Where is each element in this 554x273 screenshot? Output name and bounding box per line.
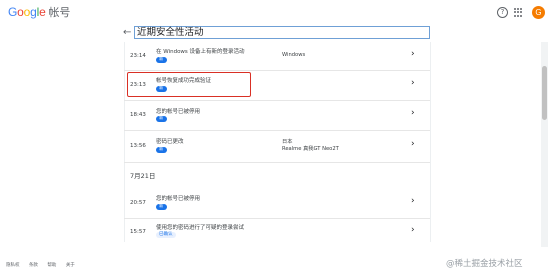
content-right-border [430, 42, 431, 242]
event-time: 23:14 [130, 53, 146, 59]
back-arrow-icon[interactable]: ← [123, 27, 131, 38]
activity-row[interactable]: 15:57 使用您的密码进行了可疑的登录尝试 已确认 › [124, 218, 430, 246]
new-badge: 新 [156, 147, 167, 153]
activity-row[interactable]: 23:14 在 Windows 设备上有新的登录活动 新 Windows › [124, 42, 430, 71]
new-badge: 新 [156, 57, 167, 63]
scrollbar-thumb[interactable] [542, 66, 547, 120]
chevron-right-icon[interactable]: › [411, 196, 415, 206]
footer-link-terms[interactable]: 条款 [29, 263, 38, 268]
footer-links: 隐私权 条款 帮助 关于 [6, 262, 83, 268]
event-time: 15:57 [130, 229, 146, 235]
activity-row[interactable]: 20:57 您的帐号已被停用 新 › [124, 188, 430, 219]
new-badge: 新 [156, 116, 167, 122]
avatar[interactable]: G [532, 6, 545, 19]
event-message: 密码已更改 [156, 139, 184, 145]
scrollbar[interactable] [541, 42, 548, 247]
page-title: 近期安全性活动 [134, 26, 430, 39]
event-message: 您的帐号已被停用 [156, 196, 201, 202]
event-time: 18:43 [130, 112, 146, 118]
apps-grid-icon[interactable] [514, 8, 523, 17]
chevron-right-icon[interactable]: › [411, 139, 415, 149]
event-time: 13:56 [130, 143, 146, 149]
event-time: 20:57 [130, 200, 146, 206]
event-message: 您的帐号已被停用 [156, 109, 201, 115]
footer-link-about[interactable]: 关于 [66, 263, 75, 268]
event-message: 使用您的密码进行了可疑的登录尝试 [156, 225, 245, 231]
chevron-right-icon[interactable]: › [411, 49, 415, 59]
top-bar: Google 帐号 ? G [0, 0, 554, 25]
watermark: @稀土掘金技术社区 [446, 259, 523, 269]
event-location: 日本 [282, 139, 293, 145]
chevron-right-icon[interactable]: › [411, 108, 415, 118]
event-device-model: Realme 真我GT Neo2T [282, 146, 339, 152]
chevron-right-icon[interactable]: › [411, 78, 415, 88]
help-icon[interactable]: ? [497, 7, 508, 18]
page-title-bar: ← 近期安全性活动 [0, 25, 554, 42]
chevron-right-icon[interactable]: › [411, 225, 415, 235]
annotation-highlight-box [127, 72, 251, 97]
new-badge: 新 [156, 204, 167, 210]
date-header: 7月21日 [130, 172, 156, 180]
event-message: 在 Windows 设备上有新的登录活动 [156, 49, 245, 55]
footer-link-help[interactable]: 帮助 [47, 263, 56, 268]
event-device: Windows [282, 52, 306, 58]
footer-link-privacy[interactable]: 隐私权 [6, 263, 20, 268]
google-account-logo[interactable]: Google 帐号 [8, 4, 70, 20]
account-label: 帐号 [48, 7, 71, 19]
confirmed-badge: 已确认 [156, 232, 176, 238]
activity-row[interactable]: 18:43 您的帐号已被停用 新 › [124, 100, 430, 131]
activity-row[interactable]: 13:56 密码已更改 新 日本 Realme 真我GT Neo2T › [124, 130, 430, 163]
